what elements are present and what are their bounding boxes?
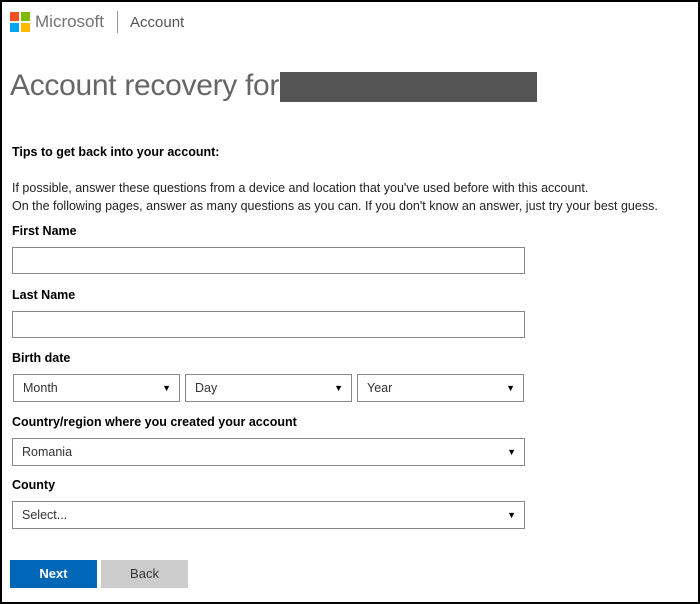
birth-month-value: Month [23, 381, 58, 395]
first-name-label: First Name [12, 224, 77, 238]
country-select[interactable]: Romania ▼ [12, 438, 525, 466]
birth-year-value: Year [367, 381, 393, 395]
page-title: Account recovery for [10, 69, 280, 102]
birth-day-value: Day [195, 381, 218, 395]
tips-text: If possible, answer these questions from… [12, 179, 658, 215]
redacted-account [280, 72, 537, 102]
birth-year-select[interactable]: Year ▼ [357, 374, 524, 402]
last-name-input[interactable] [12, 311, 525, 338]
chevron-down-icon: ▼ [506, 383, 515, 393]
birth-month-select[interactable]: Month ▼ [13, 374, 180, 402]
tips-heading: Tips to get back into your account: [12, 145, 220, 159]
county-select[interactable]: Select... ▼ [12, 501, 525, 529]
country-label: Country/region where you created your ac… [12, 415, 297, 429]
county-label: County [12, 478, 56, 492]
account-recovery-page: Microsoft Account Account recovery for T… [2, 2, 698, 602]
birth-day-select[interactable]: Day ▼ [185, 374, 352, 402]
chevron-down-icon: ▼ [334, 383, 343, 393]
brand-name: Microsoft [35, 12, 104, 31]
back-button[interactable]: Back [101, 560, 188, 588]
chevron-down-icon: ▼ [507, 447, 516, 457]
chevron-down-icon: ▼ [162, 383, 171, 393]
county-value: Select... [22, 508, 68, 522]
birth-date-label: Birth date [12, 351, 71, 365]
first-name-input[interactable] [12, 247, 525, 274]
section-name: Account [130, 14, 185, 31]
tips-line-2: On the following pages, answer as many q… [12, 199, 658, 213]
tips-line-1: If possible, answer these questions from… [12, 181, 589, 195]
header-divider [117, 11, 118, 33]
next-button[interactable]: Next [10, 560, 97, 588]
country-value: Romania [22, 445, 73, 459]
last-name-label: Last Name [12, 288, 76, 302]
chevron-down-icon: ▼ [507, 510, 516, 520]
microsoft-logo-icon [10, 12, 30, 32]
